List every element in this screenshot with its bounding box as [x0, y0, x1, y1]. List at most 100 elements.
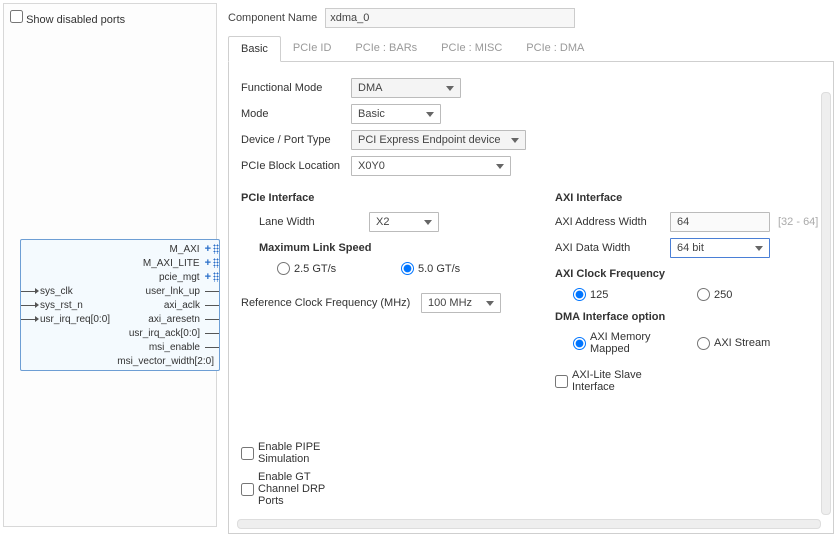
left-panel: Show disabled ports M_AXI+ M_AXI_LITE+ p… — [3, 3, 217, 527]
component-name-input[interactable] — [325, 8, 575, 28]
pcie-block-location-select[interactable]: X0Y0 — [351, 156, 511, 176]
lane-width-value: X2 — [376, 216, 389, 228]
pin-out-icon — [205, 291, 219, 292]
axi-data-width-value: 64 bit — [677, 242, 704, 254]
speed-2-5-radio[interactable] — [277, 262, 290, 275]
axi-addr-width-hint: [32 - 64] — [778, 216, 818, 228]
pin-out-icon — [205, 333, 219, 334]
bus-pins-icon — [213, 258, 219, 268]
enable-pipe-sim-input[interactable] — [241, 447, 254, 460]
enable-gt-drp-input[interactable] — [241, 483, 254, 496]
clk-250-radio[interactable] — [697, 288, 710, 301]
bus-expand-icon[interactable]: + — [205, 257, 211, 269]
clk-250-option[interactable]: 250 — [697, 288, 807, 301]
axi-addr-width-label: AXI Address Width — [555, 216, 670, 228]
dma-stream-option[interactable]: AXI Stream — [697, 337, 807, 350]
clk-125-option[interactable]: 125 — [573, 288, 683, 301]
pcie-block-location-label: PCIe Block Location — [241, 160, 351, 172]
port-axi-aclk: axi_aclk — [161, 300, 203, 311]
port-usr-irq-ack: usr_irq_ack[0:0] — [126, 328, 203, 339]
axi-clk-freq-title: AXI Clock Frequency — [555, 268, 821, 280]
pcie-block-location-value: X0Y0 — [358, 160, 385, 172]
axi-addr-width-value: 64 — [677, 216, 689, 228]
chevron-down-icon — [426, 112, 434, 117]
port-m-axi-lite: M_AXI_LITE — [140, 258, 203, 269]
mode-value: Basic — [358, 108, 385, 120]
functional-mode-label: Functional Mode — [241, 82, 351, 94]
refclk-label: Reference Clock Frequency (MHz) — [241, 297, 421, 309]
tab-pcie-id[interactable]: PCIe ID — [281, 36, 344, 61]
dma-interface-title: DMA Interface option — [555, 311, 821, 323]
show-disabled-ports-input[interactable] — [10, 10, 23, 23]
chevron-down-icon — [486, 301, 494, 306]
functional-mode-select[interactable]: DMA — [351, 78, 461, 98]
pin-in-icon — [21, 319, 35, 320]
pin-in-icon — [21, 291, 35, 292]
bus-pins-icon — [213, 272, 219, 282]
bus-expand-icon[interactable]: + — [205, 243, 211, 255]
enable-pipe-sim-checkbox[interactable]: Enable PIPE Simulation — [241, 441, 351, 465]
tab-pcie-dma[interactable]: PCIe : DMA — [514, 36, 596, 61]
show-disabled-ports-label: Show disabled ports — [26, 14, 125, 26]
dma-mm-radio[interactable] — [573, 337, 586, 350]
enable-gt-drp-checkbox[interactable]: Enable GT Channel DRP Ports — [241, 471, 351, 507]
axi-addr-width-select[interactable]: 64 — [670, 212, 770, 232]
port-pcie-mgt: pcie_mgt — [156, 272, 203, 283]
lane-width-select[interactable]: X2 — [369, 212, 439, 232]
dma-mm-option[interactable]: AXI Memory Mapped — [573, 331, 683, 355]
axi-interface-title: AXI Interface — [555, 192, 821, 204]
functional-mode-value: DMA — [358, 82, 382, 94]
axi-data-width-label: AXI Data Width — [555, 242, 670, 254]
axi-data-width-select[interactable]: 64 bit — [670, 238, 770, 258]
tab-pcie-bars[interactable]: PCIe : BARs — [343, 36, 429, 61]
chevron-down-icon — [496, 164, 504, 169]
component-name-label: Component Name — [228, 12, 317, 24]
dma-stream-radio[interactable] — [697, 337, 710, 350]
horizontal-scrollbar[interactable] — [237, 519, 821, 529]
port-usr-irq-req: usr_irq_req[0:0] — [37, 314, 113, 325]
device-port-type-select[interactable]: PCI Express Endpoint device — [351, 130, 526, 150]
vertical-scrollbar[interactable] — [821, 92, 831, 515]
port-user-lnk-up: user_lnk_up — [143, 286, 203, 297]
port-sys-clk: sys_clk — [37, 286, 76, 297]
ip-block: M_AXI+ M_AXI_LITE+ pcie_mgt+ sys_clk use… — [20, 239, 220, 371]
port-msi-enable: msi_enable — [146, 342, 203, 353]
axi-clk-radios: 125 250 — [573, 288, 821, 301]
speed-5-0-option[interactable]: 5.0 GT/s — [401, 262, 511, 275]
right-panel: Component Name Basic PCIe ID PCIe : BARs… — [220, 0, 838, 524]
lane-width-label: Lane Width — [259, 216, 369, 228]
axilite-slave-checkbox[interactable]: AXI-Lite Slave Interface — [555, 369, 665, 393]
chevron-down-icon — [446, 86, 454, 91]
pin-out-icon — [205, 347, 219, 348]
tab-content-basic: Functional Mode DMA Mode Basic Device / … — [229, 62, 833, 533]
pin-out-icon — [205, 305, 219, 306]
max-link-speed-title: Maximum Link Speed — [259, 242, 525, 254]
pcie-interface-title: PCIe Interface — [241, 192, 525, 204]
speed-5-0-radio[interactable] — [401, 262, 414, 275]
chevron-down-icon — [424, 220, 432, 225]
mode-select[interactable]: Basic — [351, 104, 441, 124]
port-sys-rst-n: sys_rst_n — [37, 300, 86, 311]
tab-pcie-misc[interactable]: PCIe : MISC — [429, 36, 514, 61]
bus-pins-icon — [213, 244, 219, 254]
pin-in-icon — [21, 305, 35, 306]
speed-2-5-option[interactable]: 2.5 GT/s — [277, 262, 387, 275]
link-speed-radios: 2.5 GT/s 5.0 GT/s — [277, 262, 525, 275]
chevron-down-icon — [511, 138, 519, 143]
tab-bar: Basic PCIe ID PCIe : BARs PCIe : MISC PC… — [228, 36, 834, 62]
refclk-select[interactable]: 100 MHz — [421, 293, 501, 313]
pcie-interface-section: PCIe Interface Lane Width X2 Maximum Lin… — [241, 182, 525, 399]
bus-expand-icon[interactable]: + — [205, 271, 211, 283]
axi-interface-section: AXI Interface AXI Address Width 64 [32 -… — [555, 182, 821, 399]
ip-block-diagram: M_AXI+ M_AXI_LITE+ pcie_mgt+ sys_clk use… — [20, 239, 220, 371]
device-port-type-label: Device / Port Type — [241, 134, 351, 146]
mode-label: Mode — [241, 108, 351, 120]
clk-125-radio[interactable] — [573, 288, 586, 301]
port-m-axi: M_AXI — [167, 244, 203, 255]
port-msi-vector-width: msi_vector_width[2:0] — [114, 356, 217, 367]
port-axi-aresetn: axi_aresetn — [145, 314, 203, 325]
pin-out-icon — [205, 319, 219, 320]
tab-basic[interactable]: Basic — [228, 36, 281, 62]
axilite-slave-input[interactable] — [555, 375, 568, 388]
show-disabled-ports-checkbox[interactable]: Show disabled ports — [10, 14, 125, 26]
